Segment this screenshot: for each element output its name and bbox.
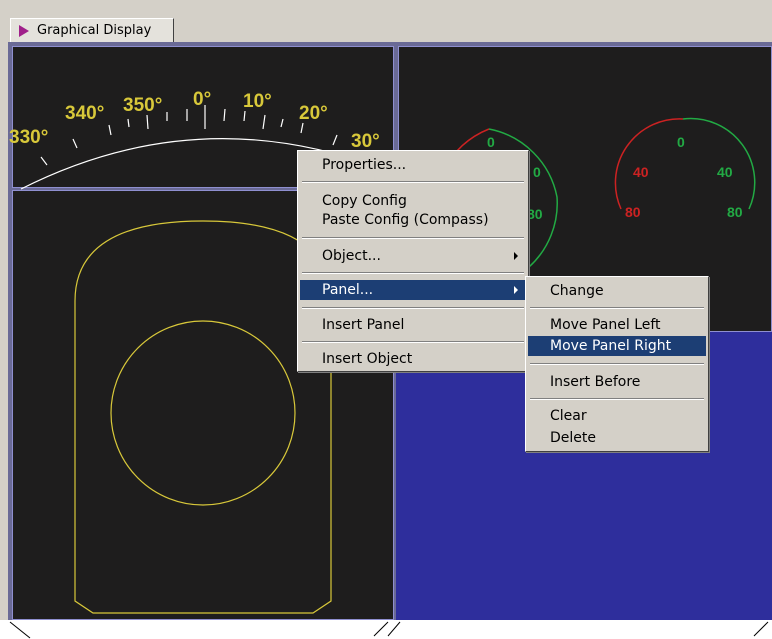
bottom-area [0,620,772,639]
menu-item-panel-label: Panel... [322,282,374,298]
play-icon [19,24,29,37]
panel-submenu: Change Move Panel Left Move Panel Right … [525,276,709,452]
compass-label-350: 350° [123,95,162,116]
compass-label-30: 30° [351,131,380,152]
menu-item-insert-panel[interactable]: Insert Panel [300,315,526,335]
bottom-marks [9,621,769,639]
gauge-2-right-label: 40 [717,164,733,180]
gauge-1-top-label: 0 [487,134,495,150]
menu-item-paste-config[interactable]: Paste Config (Compass) [300,210,526,230]
menu-separator [302,237,524,239]
submenu-arrow-icon [514,252,518,260]
compass-label-0: 0° [193,89,211,110]
compass-label-10: 10° [243,91,272,112]
compass-label-330: 330° [9,127,48,148]
gauge-2-left-bottom-label: 80 [625,204,641,220]
menu-separator [302,307,524,309]
menu-item-insert-object[interactable]: Insert Object [300,349,526,369]
menu-item-copy-config[interactable]: Copy Config [300,191,526,211]
menu-separator [302,272,524,274]
gauge-1-bottom-label: 80 [527,206,543,222]
submenu-arrow-icon [514,286,518,294]
menu-item-panel[interactable]: Panel... [300,280,526,300]
menu-item-object-label: Object... [322,248,381,264]
submenu-item-move-right[interactable]: Move Panel Right [528,336,706,356]
gauge-1-right-label: 0 [533,164,541,180]
submenu-item-move-left[interactable]: Move Panel Left [528,315,706,335]
submenu-item-insert-before[interactable]: Insert Before [528,372,706,392]
menu-separator [302,181,524,183]
compass-label-20: 20° [299,103,328,124]
menu-separator [530,307,704,309]
tab-graphical-display[interactable]: Graphical Display [10,18,174,42]
menu-item-object[interactable]: Object... [300,246,526,266]
context-menu: Properties... Copy Config Paste Config (… [297,150,529,372]
gauge-2-left-label: 40 [633,164,649,180]
gauge-2-top-label: 0 [677,134,685,150]
submenu-item-clear[interactable]: Clear [528,406,706,426]
menu-separator [530,398,704,400]
tab-label: Graphical Display [37,23,152,38]
submenu-item-change[interactable]: Change [528,281,706,301]
menu-separator [530,363,704,365]
gauge-2-right-bottom-label: 80 [727,204,743,220]
compass-label-340: 340° [65,103,104,124]
menu-item-properties[interactable]: Properties... [300,155,526,175]
submenu-item-delete[interactable]: Delete [528,428,706,448]
menu-separator [302,341,524,343]
